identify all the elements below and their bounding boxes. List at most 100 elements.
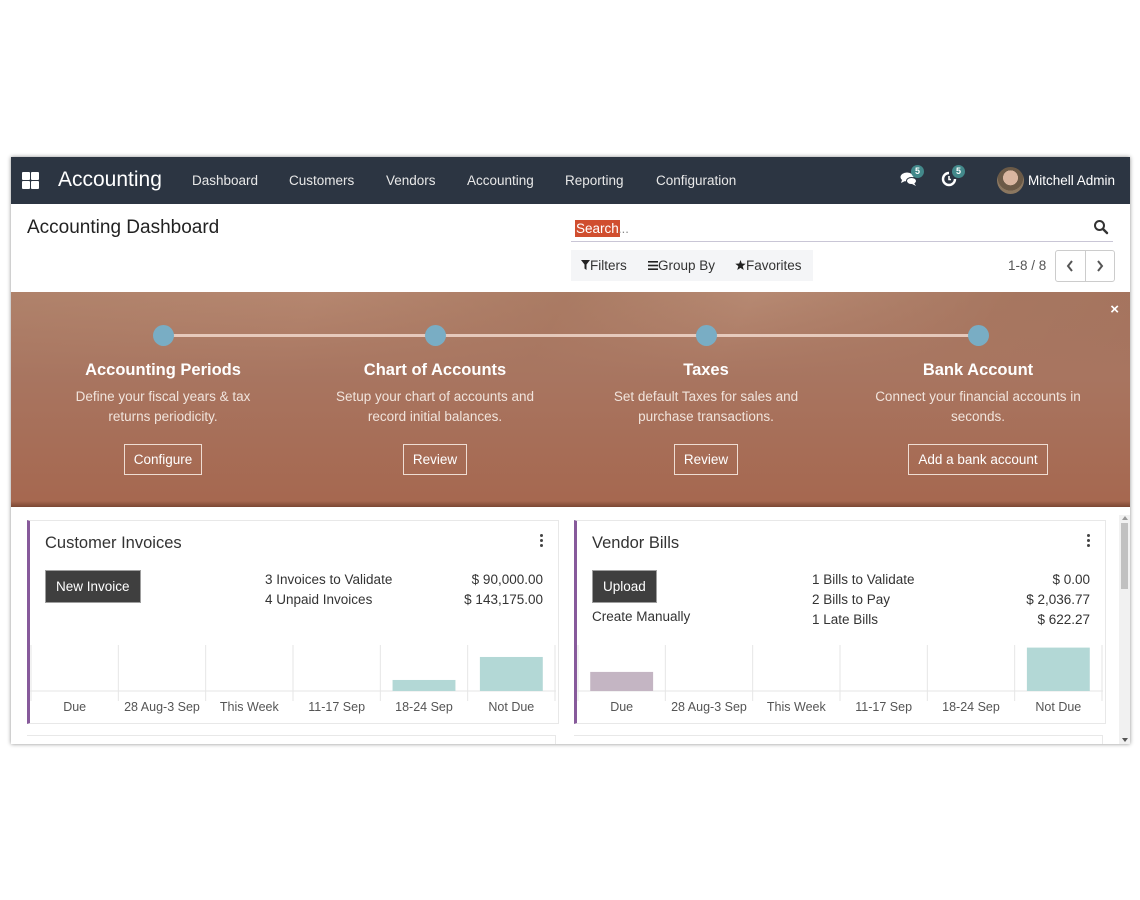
favorites-button[interactable]: Favorites	[735, 258, 802, 273]
step-title: Accounting Periods	[85, 361, 241, 379]
card-title[interactable]: Customer Invoices	[45, 534, 182, 553]
filter-icon	[581, 260, 590, 270]
menu-vendors[interactable]: Vendors	[386, 173, 436, 188]
add-bank-account-button[interactable]: Add a bank account	[908, 444, 1048, 475]
step-title: Bank Account	[922, 361, 1034, 379]
step-description: Set default Taxes for sales and purchase …	[613, 389, 799, 424]
late-bills-amount: $ 622.27	[1037, 612, 1090, 627]
bar-not-due[interactable]	[479, 656, 543, 691]
bills-to-pay-link[interactable]: 2 Bills to Pay	[812, 592, 890, 607]
group-by-label: Group By	[658, 258, 716, 273]
customer-invoices-chart[interactable]: Due 28 Aug-3 Sep This Week 11-17 Sep 18-24 S…	[30, 645, 556, 717]
group-by-button[interactable]: Group By	[648, 258, 715, 273]
app-window: Accounting Dashboard Customers Vendors A…	[11, 157, 1130, 744]
bills-to-validate-link[interactable]: 1 Bills to Validate	[812, 572, 915, 587]
onboarding-banner: Accounting Periods Define your fiscal ye…	[11, 292, 1130, 507]
invoices-to-validate-link[interactable]: 3 Invoices to Validate	[265, 572, 392, 587]
user-menu[interactable]: Mitchell Admin	[1028, 173, 1115, 188]
menu-configuration[interactable]: Configuration	[656, 173, 736, 188]
x-tick-label: 11-17 Sep	[308, 700, 365, 714]
x-tick-label: Not Due	[488, 700, 534, 714]
bar-18-24-sep[interactable]	[392, 679, 456, 691]
user-avatar[interactable]	[997, 167, 1024, 194]
search-input[interactable]: Search ...	[571, 216, 1113, 242]
pager-previous-button[interactable]	[1056, 251, 1086, 281]
app-title[interactable]: Accounting	[58, 168, 162, 192]
step-description: Setup your chart of accounts and record i…	[335, 389, 535, 424]
filters-button[interactable]: Filters	[581, 258, 627, 273]
step-bank-account: Bank Account Connect your financial acco…	[858, 361, 1098, 475]
x-tick-label: Due	[610, 700, 633, 714]
step-taxes: Taxes Set default Taxes for sales and pur…	[586, 361, 826, 475]
scrollbar-thumb[interactable]	[1121, 523, 1128, 589]
search-icon[interactable]	[1093, 219, 1109, 235]
activities-count-badge: 5	[952, 165, 966, 178]
list-icon	[648, 261, 658, 270]
step-dot	[425, 325, 446, 346]
step-dot	[968, 325, 989, 346]
configure-button[interactable]: Configure	[123, 444, 203, 475]
bar-due[interactable]	[590, 671, 654, 691]
kebab-menu-icon[interactable]	[1085, 533, 1091, 549]
bills-to-validate-amount: $ 0.00	[1052, 572, 1090, 587]
step-title: Taxes	[683, 361, 729, 379]
menu-accounting[interactable]: Accounting	[467, 173, 534, 188]
close-icon[interactable]: ×	[1110, 301, 1119, 318]
x-tick-label: Not Due	[1035, 700, 1081, 714]
step-dot	[696, 325, 717, 346]
pager-value: 1-8 / 8	[1008, 258, 1047, 273]
menu-dashboard[interactable]: Dashboard	[192, 173, 258, 188]
step-accounting-periods: Accounting Periods Define your fiscal ye…	[43, 361, 283, 475]
unpaid-invoices-link[interactable]: 4 Unpaid Invoices	[265, 592, 372, 607]
chevron-right-icon	[1096, 260, 1104, 272]
scroll-down-arrow-icon[interactable]	[1122, 738, 1128, 742]
x-tick-label: 18-24 Sep	[395, 700, 453, 714]
menu-reporting[interactable]: Reporting	[565, 173, 624, 188]
review-taxes-button[interactable]: Review	[673, 444, 739, 475]
review-chart-button[interactable]: Review	[402, 444, 468, 475]
activities-button[interactable]: 5	[941, 165, 966, 191]
step-title: Chart of Accounts	[363, 361, 507, 379]
bar-not-due[interactable]	[1026, 647, 1090, 691]
step-chart-of-accounts: Chart of Accounts Setup your chart of ac…	[315, 361, 555, 475]
upload-button[interactable]: Upload	[592, 570, 657, 603]
create-manually-link[interactable]: Create Manually	[592, 609, 690, 624]
next-card-partial	[27, 735, 556, 744]
step-description: Define your fiscal years & tax returns pe…	[75, 389, 251, 424]
x-tick-label: This Week	[220, 700, 280, 714]
card-title[interactable]: Vendor Bills	[592, 534, 679, 553]
new-invoice-button[interactable]: New Invoice	[45, 570, 141, 603]
progress-track	[173, 334, 445, 337]
search-placeholder-highlight: Search	[575, 220, 620, 237]
x-tick-label: Due	[63, 700, 86, 714]
invoices-to-validate-amount: $ 90,000.00	[471, 572, 543, 587]
chevron-left-icon	[1066, 260, 1074, 272]
late-bills-link[interactable]: 1 Late Bills	[812, 612, 878, 627]
messages-count-badge: 5	[911, 165, 925, 178]
customer-invoices-card: Customer Invoices New Invoice 3 Invoices…	[27, 520, 559, 724]
progress-track	[717, 334, 979, 337]
dashboard-cards: Customer Invoices New Invoice 3 Invoices…	[11, 507, 1117, 744]
search-options-bar: Filters Group By Favorites	[571, 250, 813, 281]
x-tick-label: 28 Aug-3 Sep	[124, 700, 200, 714]
x-tick-label: This Week	[767, 700, 827, 714]
kebab-menu-icon[interactable]	[538, 533, 544, 549]
menu-customers[interactable]: Customers	[289, 173, 354, 188]
next-card-partial	[574, 735, 1103, 744]
scroll-up-arrow-icon[interactable]	[1122, 516, 1128, 520]
bills-to-pay-amount: $ 2,036.77	[1026, 592, 1090, 607]
vertical-scrollbar[interactable]	[1119, 515, 1130, 744]
pager-buttons	[1055, 250, 1115, 282]
top-navbar: Accounting Dashboard Customers Vendors A…	[11, 157, 1130, 204]
apps-menu-icon[interactable]	[22, 172, 39, 189]
vendor-bills-chart[interactable]: Due 28 Aug-3 Sep This Week 11-17 Sep 18-24 S…	[577, 645, 1103, 717]
x-tick-label: 28 Aug-3 Sep	[671, 700, 747, 714]
search-placeholder-rest: ...	[618, 221, 629, 236]
page-title: Accounting Dashboard	[27, 217, 220, 238]
progress-track	[445, 334, 717, 337]
pager-next-button[interactable]	[1086, 251, 1115, 281]
messages-button[interactable]: 5	[900, 165, 925, 191]
star-icon	[735, 260, 746, 270]
unpaid-invoices-amount: $ 143,175.00	[464, 592, 543, 607]
x-tick-label: 18-24 Sep	[942, 700, 1000, 714]
